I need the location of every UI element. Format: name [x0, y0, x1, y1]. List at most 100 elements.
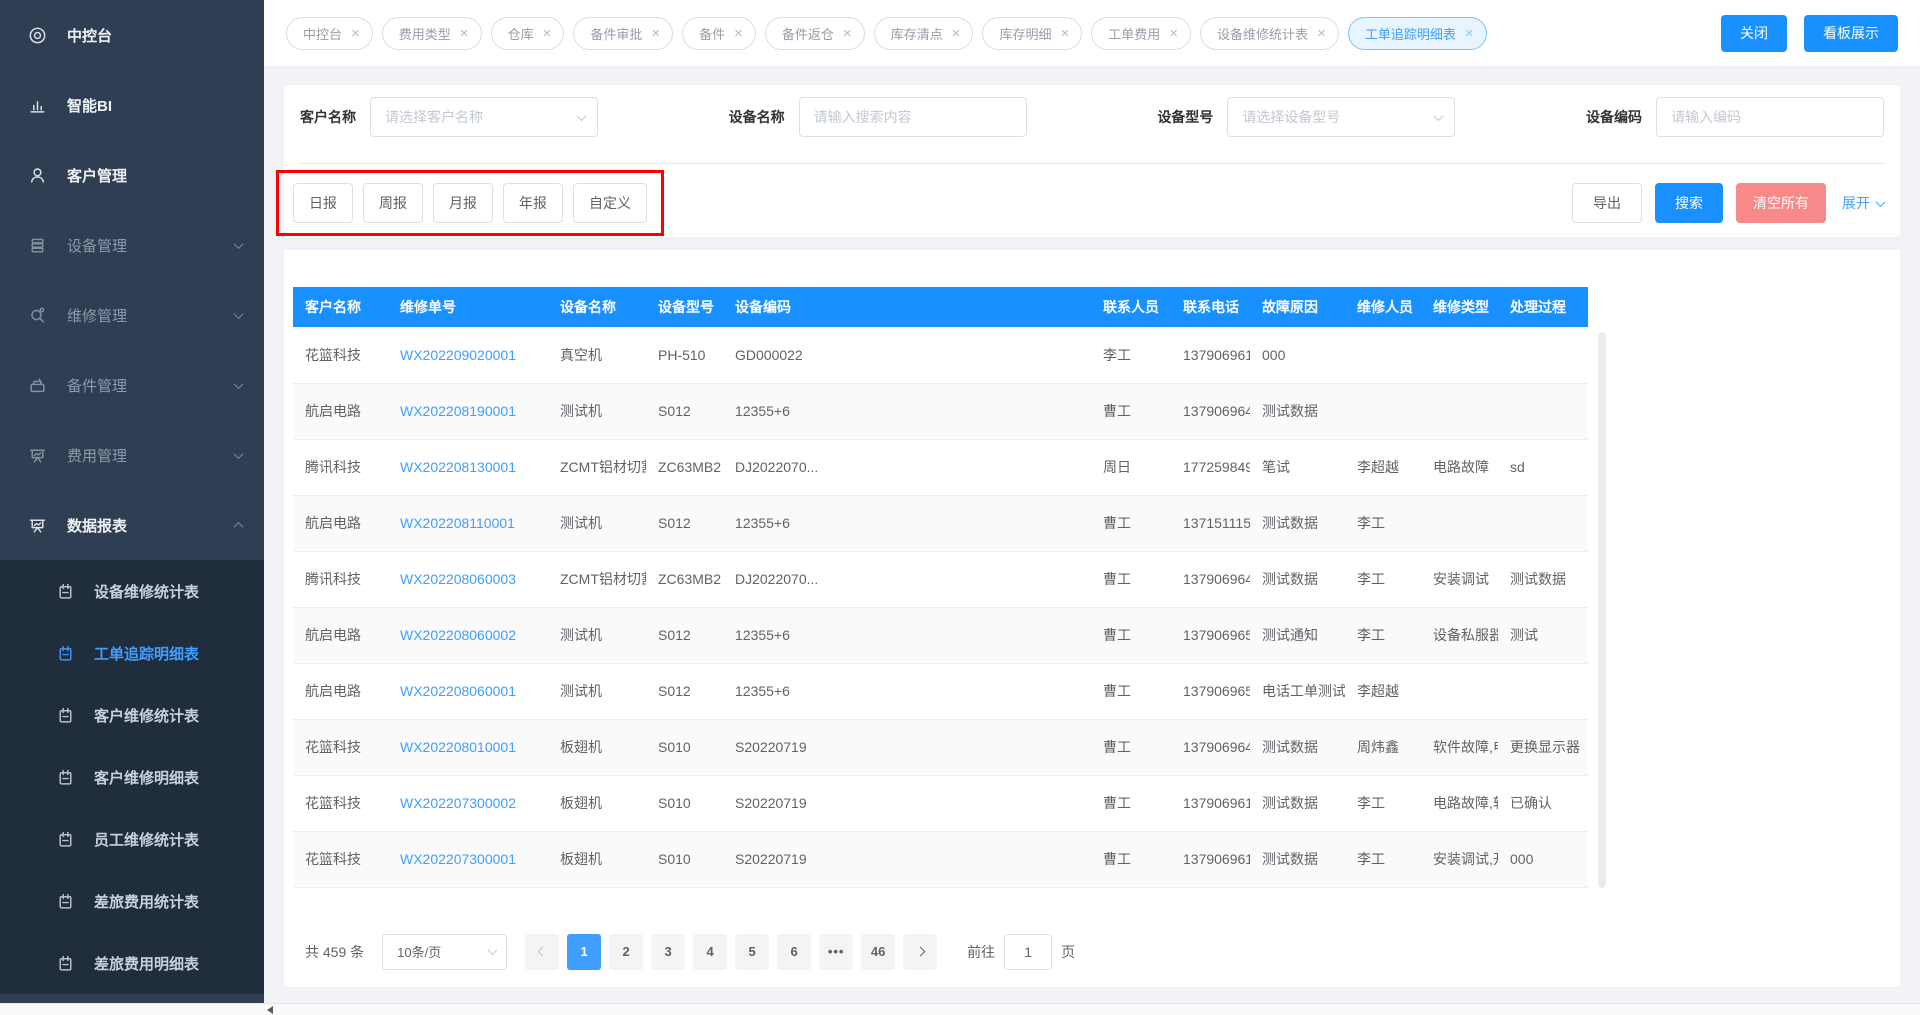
tab-chip[interactable]: 仓库× [491, 17, 565, 50]
close-icon[interactable]: × [1317, 26, 1326, 41]
more-pages-button[interactable]: ••• [819, 934, 853, 970]
board-display-button[interactable]: 看板展示 [1804, 15, 1898, 52]
close-icon[interactable]: × [1060, 26, 1069, 41]
close-button[interactable]: 关闭 [1721, 15, 1787, 52]
sidebar-subitem[interactable]: 客户维修明细表 [0, 746, 264, 808]
tab-chip[interactable]: 中控台× [286, 17, 373, 50]
close-icon[interactable]: × [543, 26, 552, 41]
tab-chip[interactable]: 工单费用× [1091, 17, 1191, 50]
filter-field-group: 设备型号 [1157, 97, 1455, 137]
close-icon[interactable]: × [952, 26, 961, 41]
sidebar-subitem[interactable]: 差旅费用统计表 [0, 870, 264, 932]
expand-link[interactable]: 展开 [1842, 193, 1884, 213]
cell-text: 000 [1262, 347, 1285, 363]
table-cell: 花篮科技 [293, 775, 388, 831]
tab-chip[interactable]: 备件审批× [573, 17, 673, 50]
page-number-button[interactable]: 1 [567, 934, 601, 970]
order-number-link[interactable]: WX202208060003 [400, 571, 516, 587]
sidebar-item-repair[interactable]: 维修管理 [0, 280, 264, 350]
cell-text: 13715111546 [1183, 515, 1250, 531]
cell-text: ZCMT铝材切割... [560, 571, 646, 587]
filter-input[interactable] [1656, 97, 1884, 137]
order-number-link[interactable]: WX202208060001 [400, 683, 516, 699]
filter-input[interactable] [799, 97, 1027, 137]
order-number-link[interactable]: WX202207300002 [400, 795, 516, 811]
sidebar-item-bi-chart[interactable]: 智能BI [0, 70, 264, 140]
order-number-link[interactable]: WX202208010001 [400, 739, 516, 755]
tab-chip[interactable]: 库存明细× [982, 17, 1082, 50]
cell-text: 板翅机 [560, 795, 602, 811]
search-button[interactable]: 搜索 [1655, 183, 1723, 223]
clear-all-button[interactable]: 清空所有 [1736, 183, 1826, 223]
report-type-button[interactable]: 年报 [503, 183, 563, 223]
report-type-button[interactable]: 日报 [293, 183, 353, 223]
page-number-button[interactable]: 5 [735, 934, 769, 970]
cell-text: 12355+6 [735, 683, 790, 699]
table-cell: 曹工 [1091, 663, 1171, 719]
tab-chip[interactable]: 库存清点× [874, 17, 974, 50]
text-input[interactable] [812, 108, 1014, 126]
select-value-input[interactable] [383, 108, 570, 126]
page-number-button[interactable]: 2 [609, 934, 643, 970]
sidebar-item-expense[interactable]: 费用管理 [0, 420, 264, 490]
close-icon[interactable]: × [1169, 26, 1178, 41]
page-number-button[interactable]: 6 [777, 934, 811, 970]
cell-text: 李超越 [1357, 683, 1399, 699]
report-type-button[interactable]: 自定义 [573, 183, 647, 223]
sidebar-subitem[interactable]: 工单追踪明细表 [0, 622, 264, 684]
tab-chip[interactable]: 工单追踪明细表× [1348, 17, 1487, 50]
goto-page-input[interactable] [1004, 934, 1052, 970]
next-page-button[interactable] [903, 934, 937, 970]
report-type-button[interactable]: 月报 [433, 183, 493, 223]
close-icon[interactable]: × [460, 26, 469, 41]
sidebar-subitem[interactable]: 员工维修统计表 [0, 808, 264, 870]
order-number-link[interactable]: WX202208190001 [400, 403, 516, 419]
order-number-link[interactable]: WX202208110001 [400, 515, 515, 531]
export-button[interactable]: 导出 [1572, 183, 1642, 223]
cell-text: 李工 [1357, 851, 1385, 867]
filter-label: 设备名称 [729, 107, 785, 127]
table-cell: 周炜鑫 [1345, 719, 1421, 775]
sidebar-item-spareparts[interactable]: 备件管理 [0, 350, 264, 420]
page-number-button[interactable]: 46 [861, 934, 895, 970]
horizontal-scrollbar[interactable] [0, 1003, 1920, 1015]
table-vertical-scrollbar[interactable] [1598, 332, 1606, 888]
cell-text: 测试数据 [1262, 403, 1318, 419]
sidebar-subitem[interactable]: 差旅费用明细表 [0, 932, 264, 994]
cell-text: ZCMT铝材切割... [560, 459, 646, 475]
table-cell: 花篮科技 [293, 831, 388, 887]
select-value-input[interactable] [1240, 108, 1427, 126]
page-number-button[interactable]: 3 [651, 934, 685, 970]
table-cell: WX202208060003 [388, 551, 548, 607]
sidebar-subitem[interactable]: 设备维修统计表 [0, 560, 264, 622]
close-icon[interactable]: × [843, 26, 852, 41]
prev-page-button[interactable] [525, 934, 559, 970]
close-icon[interactable]: × [734, 26, 743, 41]
report-type-button[interactable]: 周报 [363, 183, 423, 223]
sidebar-item-console[interactable]: 中控台 [0, 0, 264, 70]
sidebar-item-customer[interactable]: 客户管理 [0, 140, 264, 210]
page-size-select[interactable]: 10条/页 [382, 934, 507, 970]
text-input[interactable] [1669, 108, 1871, 126]
order-number-link[interactable]: WX202209020001 [400, 347, 516, 363]
filter-select[interactable] [1227, 97, 1455, 137]
sidebar-subitem[interactable]: 客户维修统计表 [0, 684, 264, 746]
sidebar-item-report[interactable]: 数据报表 [0, 490, 264, 560]
tab-chip[interactable]: 设备维修统计表× [1200, 17, 1339, 50]
page-number-button[interactable]: 4 [693, 934, 727, 970]
filter-select[interactable] [370, 97, 598, 137]
close-icon[interactable]: × [351, 26, 360, 41]
tab-chip[interactable]: 备件× [682, 17, 756, 50]
close-icon[interactable]: × [651, 26, 660, 41]
cell-text: 板翅机 [560, 851, 602, 867]
tab-chip[interactable]: 备件返仓× [765, 17, 865, 50]
column-header: 维修单号 [388, 287, 548, 327]
sidebar-item-device[interactable]: 设备管理 [0, 210, 264, 280]
table-cell [1345, 327, 1421, 383]
close-icon[interactable]: × [1465, 26, 1474, 41]
order-number-link[interactable]: WX202207300001 [400, 851, 516, 867]
order-number-link[interactable]: WX202208060002 [400, 627, 516, 643]
tab-chip[interactable]: 费用类型× [382, 17, 482, 50]
cell-text: S010 [658, 851, 691, 867]
order-number-link[interactable]: WX202208130001 [400, 459, 516, 475]
